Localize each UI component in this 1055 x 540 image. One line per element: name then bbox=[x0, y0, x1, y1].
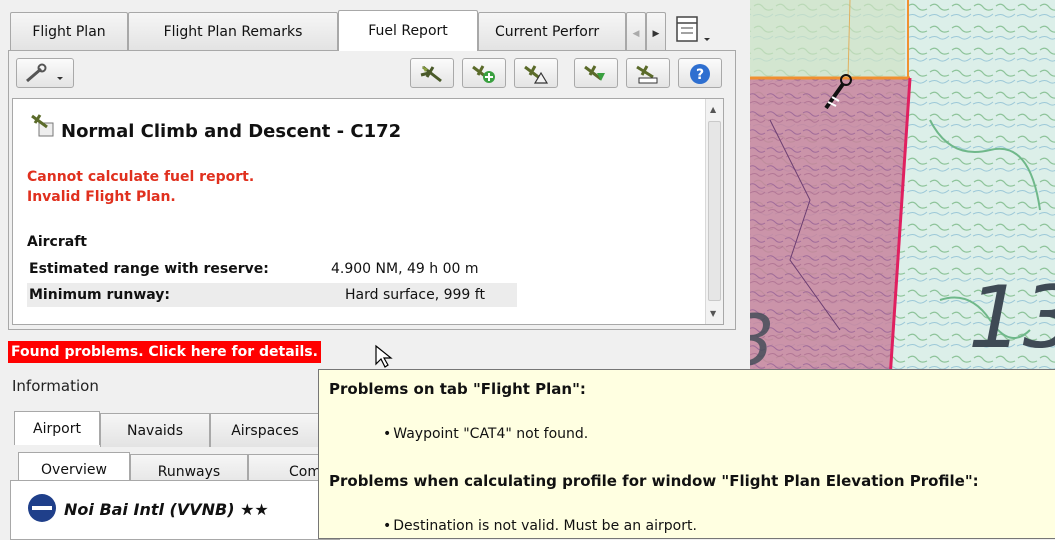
information-label: Information bbox=[12, 377, 99, 395]
tab-navaids[interactable]: Navaids bbox=[100, 413, 210, 447]
tab-airspaces[interactable]: Airspaces bbox=[210, 413, 320, 447]
tooltip-heading-flight-plan: Problems on tab "Flight Plan": bbox=[329, 380, 586, 398]
load-performance-button[interactable] bbox=[514, 58, 558, 88]
report-error-1: Cannot calculate fuel report. bbox=[27, 169, 255, 185]
tab-scroll-right-icon[interactable]: ▶ bbox=[646, 12, 666, 50]
fuel-report-add-icon bbox=[472, 65, 495, 83]
fuel-report-view[interactable]: Normal Climb and Descent - C172 Cannot c… bbox=[12, 98, 724, 325]
scroll-up-icon[interactable]: ▲ bbox=[710, 105, 716, 114]
report-error-2: Invalid Flight Plan. bbox=[27, 189, 176, 205]
tab-airport[interactable]: Airport bbox=[14, 411, 100, 445]
tab-menu-icon[interactable] bbox=[674, 12, 714, 48]
aircraft-performance-button[interactable] bbox=[410, 58, 454, 88]
found-problems-link[interactable]: Found problems. Click here for details. bbox=[8, 341, 321, 363]
report-row-range: Estimated range with reserve: 4.900 NM, … bbox=[27, 257, 517, 281]
add-performance-button[interactable] bbox=[462, 58, 506, 88]
tab-fuel-report[interactable]: Fuel Report bbox=[338, 10, 478, 51]
map-marker-icon[interactable] bbox=[818, 72, 858, 116]
tab-scroll-left-icon[interactable]: ◀ bbox=[626, 12, 646, 50]
scroll-thumb[interactable] bbox=[708, 121, 721, 301]
row-key: Minimum runway: bbox=[29, 287, 171, 303]
help-button[interactable]: ? bbox=[678, 58, 722, 88]
mouse-cursor-icon bbox=[375, 344, 393, 368]
row-key: Estimated range with reserve: bbox=[29, 261, 269, 277]
wrench-icon bbox=[26, 63, 63, 83]
report-row-runway: Minimum runway: Hard surface, 999 ft bbox=[27, 283, 517, 307]
export-performance-button[interactable] bbox=[626, 58, 670, 88]
aircraft-icon bbox=[420, 65, 442, 83]
section-heading-aircraft: Aircraft bbox=[27, 234, 87, 250]
row-value: Hard surface, 999 ft bbox=[345, 287, 485, 303]
tab-flight-plan-remarks[interactable]: Flight Plan Remarks bbox=[128, 12, 338, 50]
help-icon: ? bbox=[690, 64, 710, 84]
save-performance-button[interactable] bbox=[574, 58, 618, 88]
scroll-down-icon[interactable]: ▼ bbox=[710, 309, 716, 318]
fuel-report-export-icon bbox=[636, 65, 658, 84]
svg-text:?: ? bbox=[696, 67, 704, 83]
tooltip-heading-elevation: Problems when calculating profile for wi… bbox=[329, 472, 979, 490]
airport-name[interactable]: Noi Bai Intl (VVNB) ★★ bbox=[64, 500, 269, 519]
tab-flight-plan[interactable]: Flight Plan bbox=[10, 12, 128, 50]
tooltip-item-destination: Destination is not valid. Must be an air… bbox=[383, 518, 697, 534]
map-grid-label-13: 13 bbox=[968, 268, 1055, 368]
aircraft-menu-button[interactable] bbox=[16, 58, 74, 88]
report-scrollbar[interactable]: ▲ ▼ bbox=[705, 99, 723, 324]
report-title: Normal Climb and Descent - C172 bbox=[61, 121, 402, 142]
airport-icon bbox=[28, 494, 56, 522]
fuel-report-edit-icon bbox=[524, 65, 549, 84]
fuel-report-down-icon bbox=[584, 65, 605, 81]
tooltip-item-waypoint: Waypoint "CAT4" not found. bbox=[383, 426, 588, 442]
aircraft-icon bbox=[31, 114, 54, 137]
row-value: 4.900 NM, 49 h 00 m bbox=[331, 261, 479, 277]
tab-current-performance[interactable]: Current Perforr bbox=[478, 12, 626, 50]
problems-tooltip: Problems on tab "Flight Plan": Waypoint … bbox=[318, 369, 1055, 539]
